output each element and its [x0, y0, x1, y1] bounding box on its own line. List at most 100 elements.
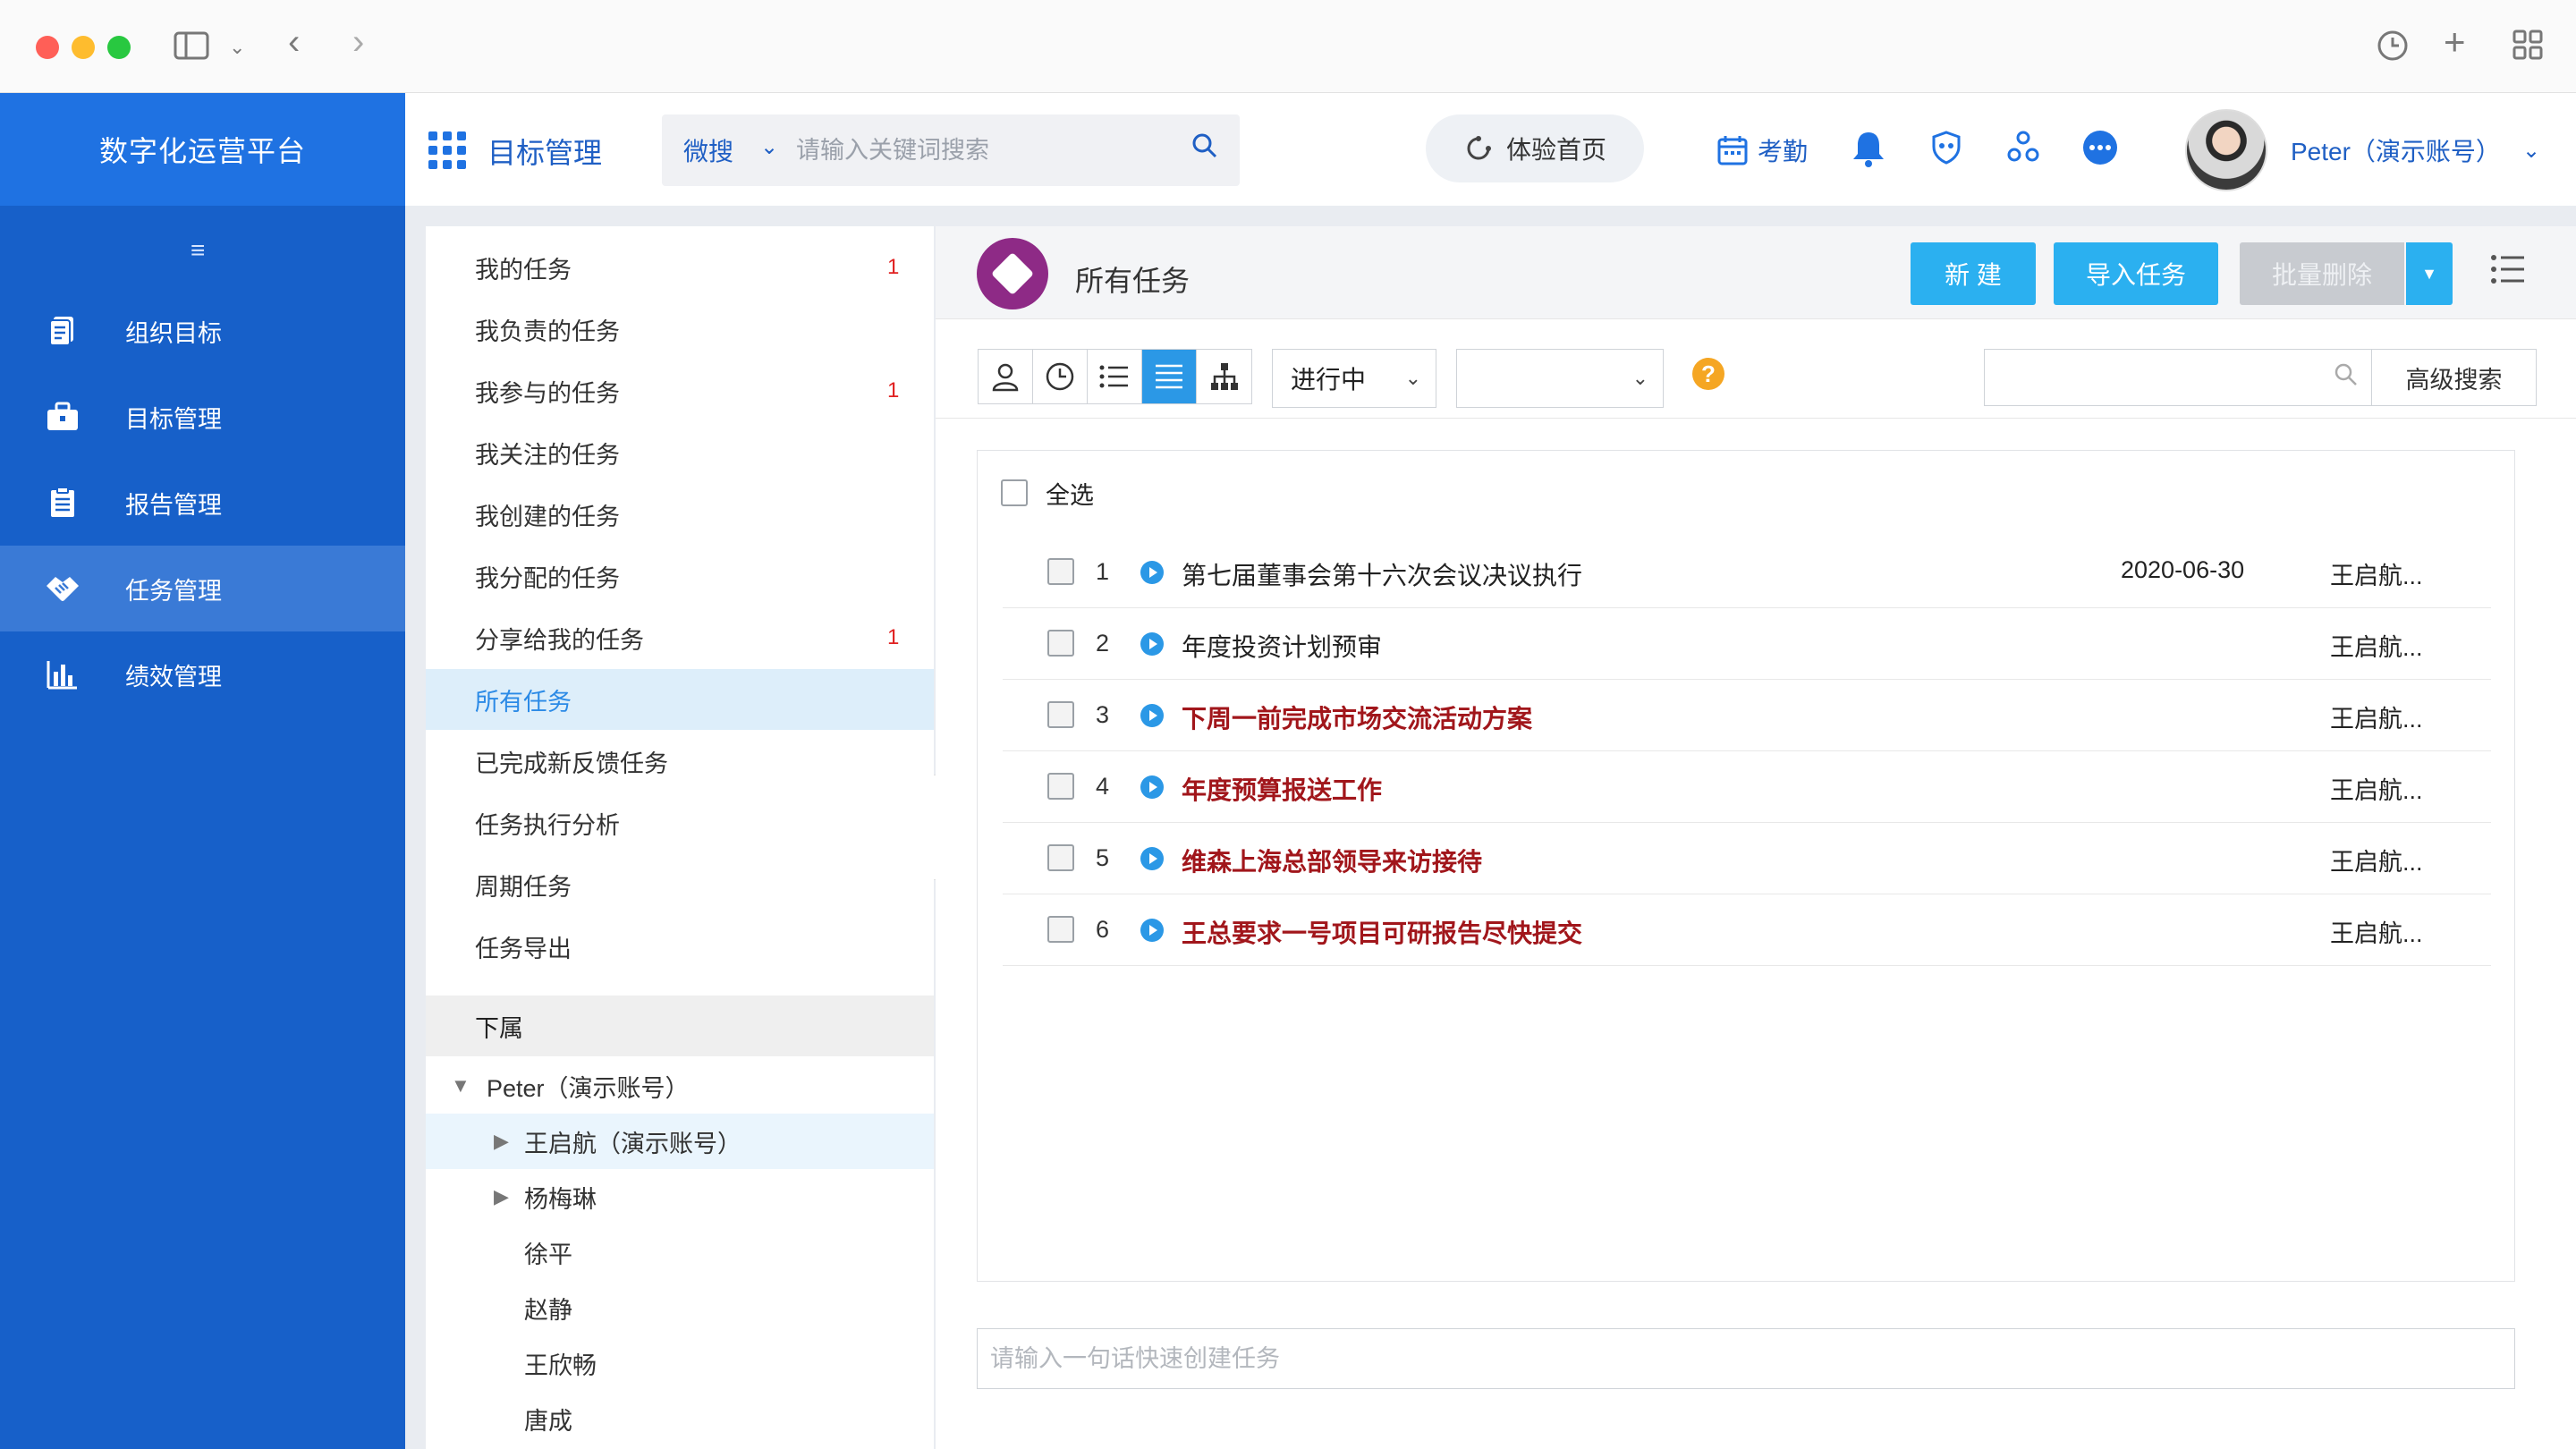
subordinates-header: 下属: [426, 996, 934, 1056]
chevron-down-icon[interactable]: ⌄: [760, 134, 778, 160]
bell-icon[interactable]: [1849, 129, 1888, 176]
detail-list-view-button[interactable]: [1142, 350, 1197, 403]
task-filter-item[interactable]: 我的任务 1: [426, 237, 934, 298]
task-filter-label: 任务执行分析: [475, 811, 620, 839]
status-filter-select[interactable]: 进行中 ⌄: [1272, 349, 1436, 408]
row-checkbox[interactable]: [1047, 558, 1074, 585]
task-filter-item-all[interactable]: 所有任务: [426, 669, 934, 730]
sidebar-item-org-goals[interactable]: 组织目标: [0, 288, 405, 374]
help-icon[interactable]: ?: [1692, 358, 1724, 390]
search-scope-select[interactable]: 微搜: [683, 132, 733, 168]
task-filter-item[interactable]: 已完成新反馈任务: [426, 731, 934, 792]
table-row[interactable]: 3 下周一前完成市场交流活动方案 王启航...: [1003, 680, 2491, 751]
tree-node[interactable]: ▶ 王启航（演示账号）: [426, 1114, 934, 1169]
task-filter-item[interactable]: 分享给我的任务 1: [426, 607, 934, 668]
chevron-down-icon[interactable]: ⌄: [229, 32, 245, 63]
table-row[interactable]: 5 维森上海总部领导来访接待 王启航...: [1003, 823, 2491, 894]
task-owner: 王启航...: [2330, 849, 2423, 876]
task-filter-item[interactable]: 周期任务: [426, 854, 934, 915]
task-filter-label: 已完成新反馈任务: [475, 750, 668, 777]
caret-right-icon[interactable]: ▶: [494, 1130, 509, 1153]
task-filter-item[interactable]: 我关注的任务: [426, 422, 934, 483]
search-icon[interactable]: [1191, 132, 1218, 166]
caret-right-icon[interactable]: ▶: [494, 1185, 509, 1208]
timeline-view-button[interactable]: [1033, 350, 1088, 403]
more-dots-icon[interactable]: [2081, 129, 2119, 174]
tree-node-label: 王欣畅: [524, 1352, 597, 1379]
person-view-button[interactable]: [979, 350, 1033, 403]
caret-down-icon[interactable]: ▼: [451, 1074, 470, 1097]
batch-delete-button[interactable]: 批量删除: [2240, 242, 2404, 305]
sidebar-item-report-management[interactable]: 报告管理: [0, 460, 405, 546]
search-icon[interactable]: [2334, 362, 2359, 394]
task-filter-item[interactable]: 我分配的任务: [426, 546, 934, 606]
table-row[interactable]: 1 第七届董事会第十六次会议决议执行 2020-06-30 王启航...: [1003, 537, 2491, 608]
tree-node[interactable]: 赵静: [426, 1280, 934, 1335]
search-input[interactable]: [796, 131, 1172, 170]
row-checkbox[interactable]: [1047, 630, 1074, 657]
app-grid-icon[interactable]: [428, 131, 466, 169]
task-filter-item[interactable]: 我参与的任务 1: [426, 360, 934, 421]
sidebar-item-label: 目标管理: [125, 405, 222, 433]
row-checkbox[interactable]: [1047, 701, 1074, 728]
tree-node[interactable]: ▼ Peter（演示账号）: [426, 1058, 934, 1114]
sidebar-item-task-management[interactable]: 任务管理: [0, 546, 405, 631]
new-tab-plus-icon[interactable]: +: [2444, 23, 2466, 61]
collapse-menu-icon[interactable]: ≡: [191, 236, 205, 265]
table-row[interactable]: 2 年度投资计划预审 王启航...: [1003, 608, 2491, 680]
task-filter-item[interactable]: 我创建的任务: [426, 484, 934, 545]
import-tasks-button[interactable]: 导入任务: [2054, 242, 2218, 305]
forward-arrow-icon[interactable]: ›: [352, 24, 364, 60]
task-search-input[interactable]: [1985, 350, 2371, 405]
play-status-icon: [1140, 847, 1164, 870]
row-number: 3: [1096, 701, 1110, 728]
close-window-button[interactable]: [36, 36, 59, 59]
history-clock-icon[interactable]: [2376, 29, 2410, 68]
user-menu[interactable]: Peter（演示账号） ⌄: [2291, 132, 2540, 168]
row-checkbox[interactable]: [1047, 844, 1074, 871]
tree-node[interactable]: ▶ 杨梅琳: [426, 1169, 934, 1224]
task-filter-item[interactable]: 任务执行分析: [426, 792, 934, 853]
row-checkbox[interactable]: [1047, 916, 1074, 943]
table-row[interactable]: 4 年度预算报送工作 王启航...: [1003, 751, 2491, 823]
sidebar-item-goal-management[interactable]: 目标管理: [0, 374, 405, 460]
tree-node[interactable]: 徐平: [426, 1224, 934, 1280]
task-filter-item[interactable]: 我负责的任务: [426, 299, 934, 360]
table-row[interactable]: 6 王总要求一号项目可研报告尽快提交 王启航...: [1003, 894, 2491, 966]
minimize-window-button[interactable]: [72, 36, 95, 59]
new-task-button[interactable]: 新 建: [1911, 242, 2036, 305]
task-title[interactable]: 下周一前完成市场交流活动方案: [1182, 699, 1532, 735]
task-title[interactable]: 年度投资计划预审: [1182, 628, 1382, 664]
zoom-window-button[interactable]: [107, 36, 131, 59]
task-title[interactable]: 王总要求一号项目可研报告尽快提交: [1182, 914, 1582, 950]
advanced-search-button[interactable]: 高级搜索: [2371, 350, 2536, 405]
shield-heart-icon[interactable]: [1928, 129, 1965, 174]
attendance-button[interactable]: 考勤: [1716, 132, 1808, 168]
task-filter-item[interactable]: 任务导出: [426, 916, 934, 977]
back-arrow-icon[interactable]: ‹: [288, 24, 300, 60]
sidebar-item-performance[interactable]: 绩效管理: [0, 631, 405, 717]
sidebar-toggle-icon[interactable]: [174, 30, 211, 66]
task-owner: 王启航...: [2330, 634, 2423, 661]
secondary-filter-select[interactable]: ⌄: [1456, 349, 1664, 408]
org-tree-view-button[interactable]: [1197, 350, 1251, 403]
cluster-icon[interactable]: [2004, 129, 2042, 174]
task-title[interactable]: 第七届董事会第十六次会议决议执行: [1182, 556, 1582, 592]
page-title: 所有任务: [1075, 265, 1191, 297]
clock-icon: [1046, 362, 1074, 391]
task-filter-label: 周期任务: [475, 873, 572, 901]
list-view-button[interactable]: [1088, 350, 1142, 403]
quick-create-input[interactable]: [990, 1338, 2493, 1379]
play-status-icon: [1140, 775, 1164, 799]
more-actions-dropdown[interactable]: ▼: [2406, 242, 2453, 305]
row-checkbox[interactable]: [1047, 773, 1074, 800]
list-menu-icon[interactable]: [2490, 253, 2526, 294]
tab-overview-icon[interactable]: [2512, 29, 2544, 66]
tree-node[interactable]: 王欣畅: [426, 1335, 934, 1391]
avatar[interactable]: [2185, 109, 2267, 191]
task-title[interactable]: 年度预算报送工作: [1182, 771, 1382, 807]
task-title[interactable]: 维森上海总部领导来访接待: [1182, 843, 1482, 878]
select-all-checkbox[interactable]: [1001, 479, 1028, 506]
experience-home-button[interactable]: 体验首页: [1426, 114, 1644, 182]
tree-node[interactable]: 唐成: [426, 1391, 934, 1446]
